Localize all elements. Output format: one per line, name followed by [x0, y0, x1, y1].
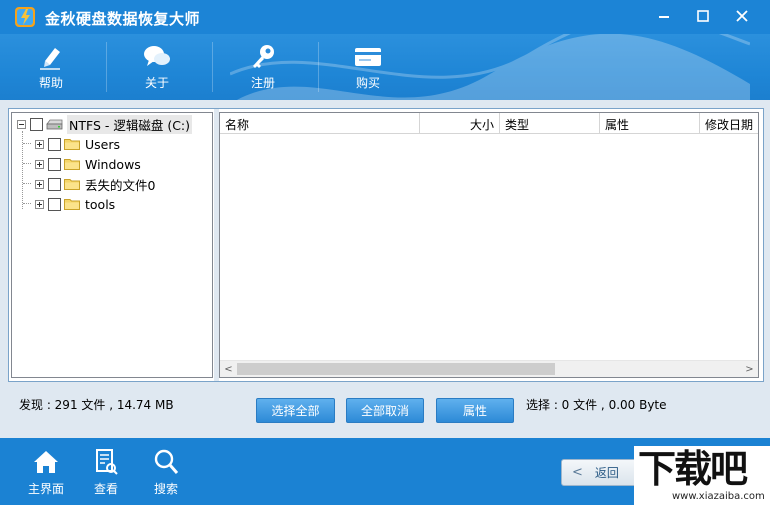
tree-node-checkbox[interactable]	[48, 177, 61, 191]
column-header-attributes[interactable]: 属性	[600, 113, 700, 134]
selected-files-status: 选择 : 0 文件 , 0.00 Byte	[526, 398, 667, 412]
toolbar-separator	[318, 42, 319, 92]
tree-guide-line	[23, 163, 31, 164]
toolbar-about-button[interactable]: 关于	[112, 34, 202, 100]
folder-icon	[64, 159, 80, 170]
properties-button[interactable]: 属性	[436, 398, 514, 423]
view-button[interactable]: 查看	[78, 446, 134, 502]
tree-root-node[interactable]: NTFS - 逻辑磁盘 (C:)	[17, 114, 193, 134]
minimize-icon	[659, 16, 669, 18]
view-label: 查看	[93, 482, 118, 496]
maximize-icon	[697, 10, 709, 22]
folder-icon	[64, 199, 80, 210]
toolbar-separator	[212, 42, 213, 92]
tree-node-users[interactable]: Users	[35, 135, 120, 153]
column-header-modified[interactable]: 修改日期	[700, 113, 758, 134]
scroll-left-arrow-icon[interactable]: <	[220, 361, 237, 377]
column-header-size[interactable]: 大小	[420, 113, 500, 134]
card-icon	[355, 48, 381, 66]
view-doc-icon	[96, 449, 118, 475]
toolbar-buy-button[interactable]: 购买	[323, 34, 413, 100]
search-label: 搜索	[153, 482, 178, 496]
home-label: 主界面	[27, 482, 64, 496]
toolbar-about-label: 关于	[144, 76, 169, 90]
tree-node-tools[interactable]: tools	[35, 195, 115, 213]
select-all-button[interactable]: 选择全部	[256, 398, 335, 423]
maximize-button[interactable]	[686, 4, 720, 28]
tree-node-label: 丢失的文件0	[85, 177, 156, 193]
deselect-all-button[interactable]: 全部取消	[346, 398, 424, 423]
folder-icon	[64, 139, 80, 150]
toolbar-help-button[interactable]: 帮助	[6, 34, 96, 100]
toolbar-register-label: 注册	[250, 76, 275, 90]
column-header-type[interactable]: 类型	[500, 113, 600, 134]
toolbar-help-label: 帮助	[38, 76, 63, 90]
search-icon	[154, 449, 179, 474]
tree-root-checkbox[interactable]	[30, 117, 43, 131]
chat-bubbles-icon	[144, 46, 170, 66]
tree-guide-line	[23, 143, 31, 144]
drive-icon	[46, 119, 63, 129]
scroll-right-arrow-icon[interactable]: >	[741, 361, 758, 377]
app-logo-icon	[15, 7, 35, 27]
back-button[interactable]: < 返回	[561, 459, 641, 486]
tree-node-checkbox[interactable]	[48, 137, 61, 151]
file-list[interactable]: 名称 大小 类型 属性 修改日期 < >	[219, 112, 759, 378]
key-icon	[253, 45, 274, 68]
toolbar-wave-decoration	[230, 34, 750, 100]
tree-node-label: Users	[85, 136, 121, 152]
scrollbar-thumb[interactable]	[237, 363, 555, 375]
tree-node-windows[interactable]: Windows	[35, 155, 141, 173]
tree-guide-line	[23, 183, 31, 184]
back-label: 返回	[594, 466, 619, 480]
browser-frame: NTFS - 逻辑磁盘 (C:) Users Windows 丢失的文件0 to…	[8, 108, 764, 382]
tree-expand-toggle[interactable]	[35, 159, 44, 169]
tree-expand-toggle[interactable]	[35, 139, 44, 149]
search-button[interactable]: 搜索	[138, 446, 194, 502]
tree-root-label: NTFS - 逻辑磁盘 (C:)	[67, 114, 193, 134]
tree-expand-toggle[interactable]	[35, 179, 44, 189]
watermark-logo: 下载吧 www.xiazaiba.com	[634, 446, 770, 505]
toolbar-register-button[interactable]: 注册	[218, 34, 308, 100]
horizontal-scrollbar[interactable]: < >	[220, 360, 758, 377]
toolbar-separator	[106, 42, 107, 92]
toolbar: 帮助 关于 注册 购买	[0, 34, 770, 100]
tree-collapse-toggle[interactable]	[17, 119, 26, 129]
tree-expand-toggle[interactable]	[35, 199, 44, 209]
folder-icon	[64, 179, 80, 190]
found-files-status: 发现 : 291 文件 , 14.74 MB	[19, 398, 174, 412]
minimize-button[interactable]	[647, 4, 681, 28]
folder-tree[interactable]: NTFS - 逻辑磁盘 (C:) Users Windows 丢失的文件0 to…	[11, 112, 213, 378]
close-button[interactable]	[725, 4, 759, 28]
watermark-url: www.xiazaiba.com	[672, 491, 765, 502]
tree-node-label: Windows	[85, 156, 141, 172]
close-icon	[736, 10, 748, 22]
tree-node-lost-files[interactable]: 丢失的文件0	[35, 175, 155, 193]
home-button[interactable]: 主界面	[18, 446, 74, 502]
bottom-bar: 主界面 查看 搜索 < 返回 下载吧 www.xiazaiba.com	[0, 438, 770, 505]
watermark-text: 下载吧	[638, 447, 748, 491]
tree-guide-line	[23, 203, 31, 204]
tree-node-label: tools	[85, 196, 116, 212]
tree-node-checkbox[interactable]	[48, 157, 61, 171]
home-icon	[34, 451, 58, 473]
title-bar: 金秋硬盘数据恢复大师	[0, 0, 770, 34]
column-header-name[interactable]: 名称	[220, 113, 420, 134]
window-title: 金秋硬盘数据恢复大师	[45, 10, 201, 28]
file-list-header: 名称 大小 类型 属性 修改日期	[220, 113, 758, 134]
tree-node-checkbox[interactable]	[48, 197, 61, 211]
toolbar-buy-label: 购买	[355, 76, 380, 90]
chevron-left-icon: <	[572, 465, 583, 480]
main-content: NTFS - 逻辑磁盘 (C:) Users Windows 丢失的文件0 to…	[0, 100, 770, 438]
help-pen-icon	[40, 48, 60, 70]
